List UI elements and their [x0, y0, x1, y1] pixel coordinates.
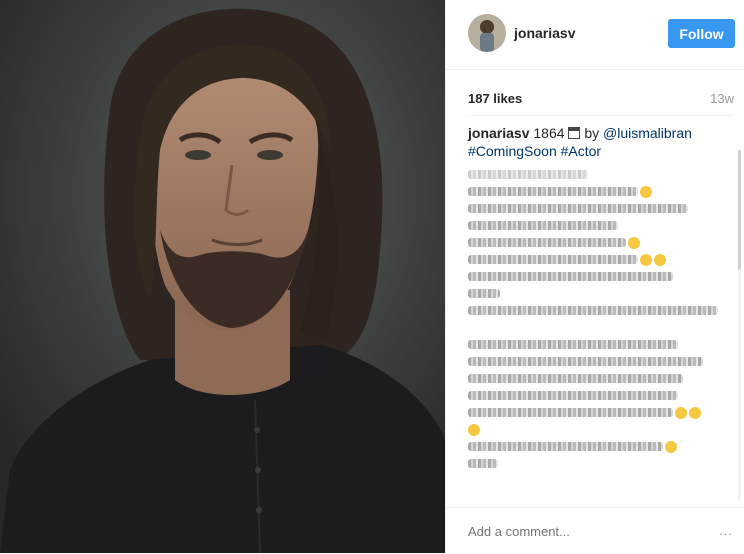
- list-item: [468, 319, 730, 336]
- avatar[interactable]: [468, 14, 506, 52]
- post-age[interactable]: 13w: [710, 91, 734, 106]
- add-comment-input[interactable]: [468, 519, 708, 543]
- list-item: [468, 455, 730, 472]
- list-item: [468, 217, 730, 234]
- caption-username[interactable]: jonariasv: [468, 125, 529, 141]
- caption-by: by: [584, 125, 600, 141]
- comments-list: [468, 166, 730, 472]
- list-item: [468, 183, 730, 200]
- emoji-icon: [675, 406, 687, 419]
- list-item: [468, 438, 730, 455]
- view-all-comments[interactable]: [468, 166, 730, 183]
- list-item: [468, 387, 730, 404]
- more-options-icon[interactable]: ...: [719, 523, 733, 538]
- emoji-icon: [689, 406, 701, 419]
- username-link[interactable]: jonariasv: [514, 25, 575, 41]
- post-caption: jonariasv 1864 by @luismalibran #ComingS…: [468, 124, 723, 160]
- list-item: [468, 421, 730, 438]
- follow-button[interactable]: Follow: [668, 19, 735, 48]
- calendar-icon: [568, 127, 581, 139]
- emoji-icon: [665, 440, 677, 453]
- list-item: [468, 302, 730, 319]
- list-item: [468, 251, 730, 268]
- hashtag-link-actor[interactable]: #Actor: [561, 143, 601, 159]
- post-photo[interactable]: [0, 0, 445, 553]
- list-item: [468, 268, 730, 285]
- post-header: jonariasv Follow: [446, 0, 744, 70]
- avatar-image: [468, 14, 506, 52]
- hashtag-link-comingsoon[interactable]: #ComingSoon: [468, 143, 557, 159]
- emoji-icon: [628, 236, 640, 249]
- emoji-icon: [640, 253, 652, 266]
- list-item: [468, 353, 730, 370]
- emoji-icon: [654, 253, 666, 266]
- likes-count[interactable]: 187 likes: [468, 91, 522, 106]
- list-item: [468, 404, 730, 421]
- scrollbar-thumb[interactable]: [738, 150, 741, 270]
- caption-text: 1864: [533, 125, 565, 141]
- list-item: [468, 234, 730, 251]
- list-item: [468, 370, 730, 387]
- portrait-image: [0, 0, 445, 553]
- list-item: [468, 200, 730, 217]
- list-item: [468, 285, 730, 302]
- mention-link[interactable]: @luismalibran: [603, 125, 692, 141]
- comment-footer: ...: [446, 507, 744, 554]
- divider: [468, 115, 734, 116]
- emoji-icon: [640, 185, 652, 198]
- list-item: [468, 336, 730, 353]
- post-details-panel: jonariasv Follow 187 likes 13w jonariasv…: [445, 0, 744, 553]
- emoji-icon: [468, 423, 480, 436]
